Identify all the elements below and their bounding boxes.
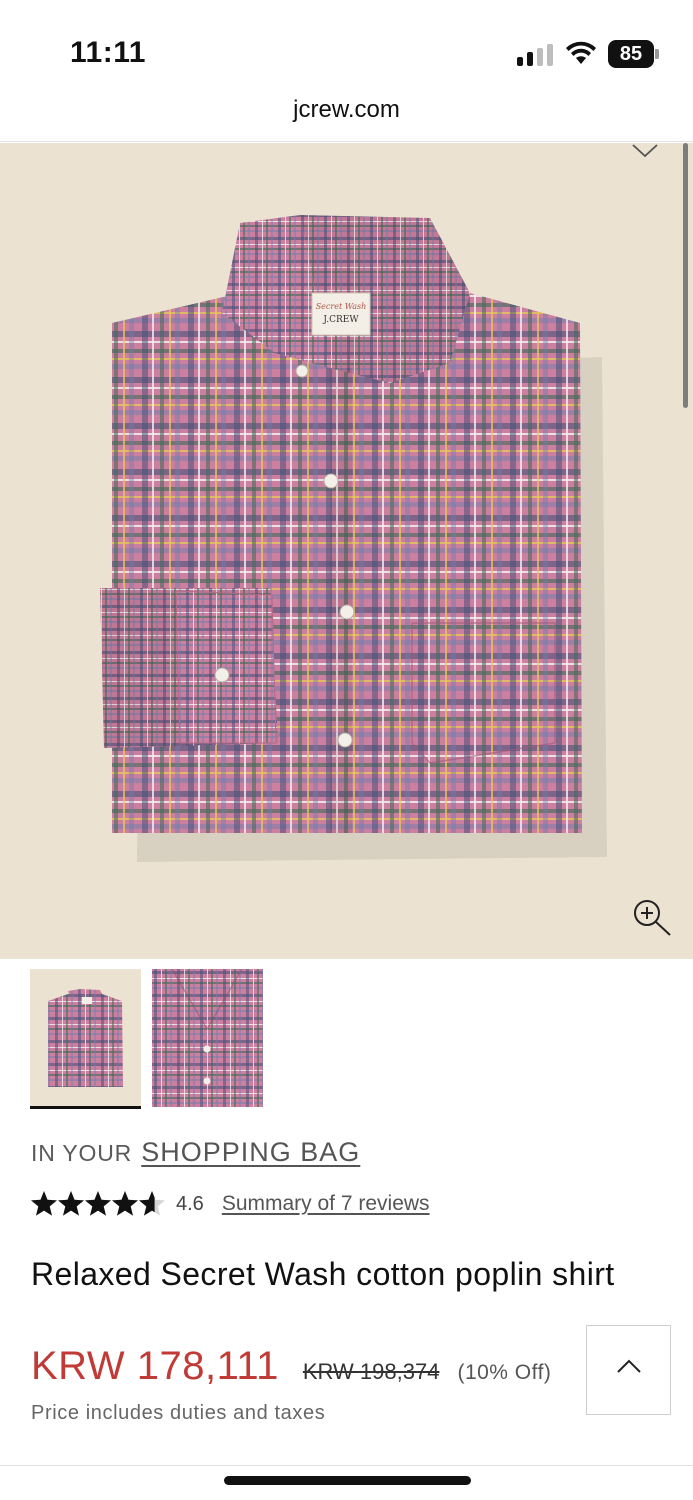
price-row: KRW 178,111 KRW 198,374 (10% Off) — [31, 1344, 551, 1389]
star-icon — [85, 1191, 111, 1216]
product-title: Relaxed Secret Wash cotton poplin shirt — [31, 1256, 615, 1292]
shopping-bag-link[interactable]: SHOPPING BAG — [141, 1137, 360, 1167]
discount-badge: (10% Off) — [457, 1361, 552, 1384]
home-indicator[interactable] — [224, 1476, 471, 1485]
scroll-indicator — [683, 143, 688, 408]
thumbnail-folded[interactable] — [30, 969, 141, 1109]
status-time: 11:11 — [70, 36, 146, 69]
zoom-in-icon[interactable] — [630, 897, 672, 939]
address-bar[interactable]: jcrew.com — [0, 88, 693, 142]
price-note: Price includes duties and taxes — [31, 1402, 326, 1424]
wifi-icon — [566, 41, 596, 64]
product-hero-image[interactable]: Secret Wash J.CREW — [0, 143, 693, 959]
thumbnail-detail[interactable] — [152, 969, 263, 1107]
shirt-label-brand: J.CREW — [322, 315, 359, 325]
shirt-label-script: Secret Wash — [316, 302, 367, 311]
in-bag-notice: IN YOUR SHOPPING BAG — [31, 1137, 360, 1168]
folded-shirt-image: Secret Wash J.CREW — [100, 215, 607, 862]
heart-outline-icon[interactable] — [630, 143, 660, 161]
url-text[interactable]: jcrew.com — [0, 96, 693, 124]
star-rating — [31, 1191, 165, 1216]
bottom-toolbar-divider — [0, 1465, 693, 1466]
rating-value: 4.6 — [176, 1192, 204, 1215]
thumbnail-detail-image — [152, 969, 263, 1107]
status-bar: 11:11 85 — [0, 0, 693, 88]
rating-row: 4.6 Summary of 7 reviews — [31, 1189, 430, 1219]
chevron-up-icon — [617, 1359, 641, 1373]
star-icon — [112, 1191, 138, 1216]
original-price: KRW 198,374 — [302, 1359, 440, 1384]
battery-icon: 85 — [608, 40, 654, 68]
signal-icon — [517, 44, 553, 66]
thumbnail-folded-image — [30, 969, 141, 1106]
star-icon — [31, 1191, 57, 1216]
battery-nub — [655, 49, 659, 59]
back-to-top-button[interactable] — [586, 1325, 671, 1415]
sale-price: KRW 178,111 — [31, 1344, 279, 1388]
reviews-summary-link[interactable]: Summary of 7 reviews — [222, 1192, 430, 1216]
in-bag-prefix: IN YOUR — [31, 1140, 133, 1166]
star-icon — [58, 1191, 84, 1216]
